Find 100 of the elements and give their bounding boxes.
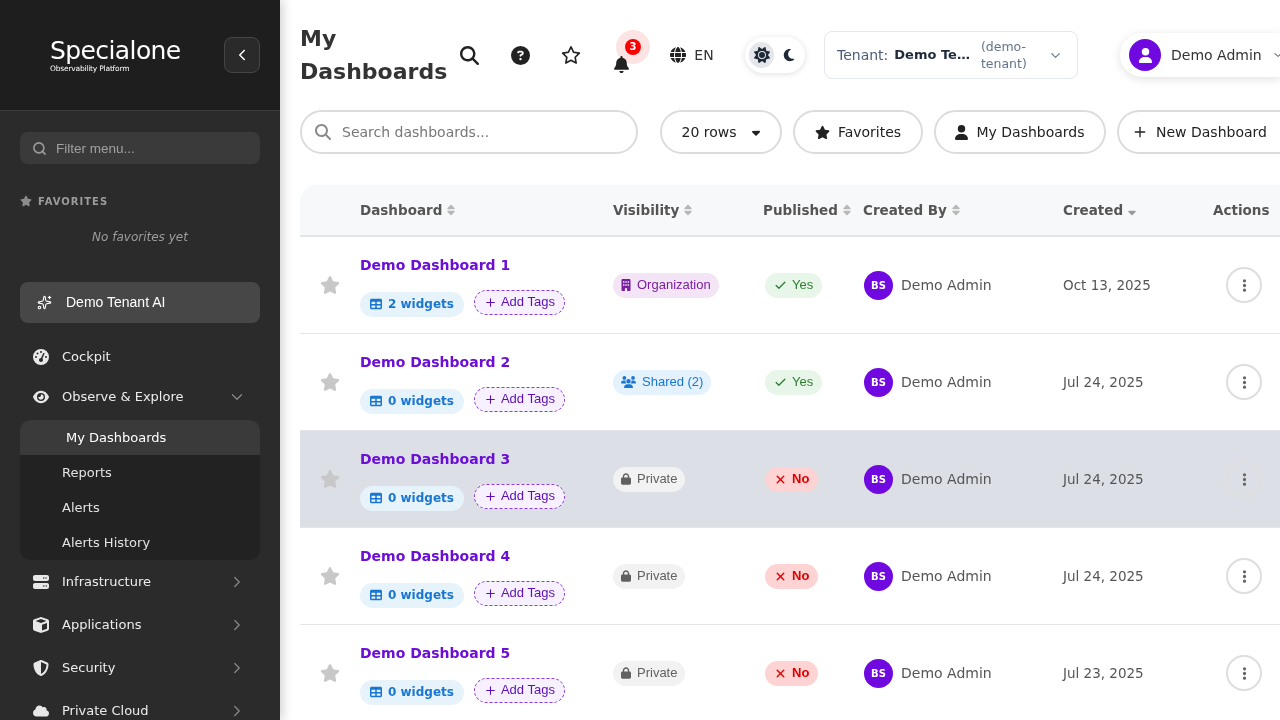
visibility-badge: Organization [613,272,719,298]
star-icon[interactable] [320,566,340,586]
notifications-button[interactable]: 3 [605,29,655,81]
created-date: Jul 23, 2025 [1063,663,1144,683]
search-field[interactable]: Search dashboards... [300,110,638,154]
submenu-item[interactable]: Reports [20,455,260,490]
created-date: Jul 24, 2025 [1063,469,1144,489]
filter-field[interactable]: Filter menu... [20,132,260,164]
actions-button[interactable] [1226,364,1262,400]
add-tags-button[interactable]: Add Tags [473,386,565,412]
building-icon [621,279,631,291]
nav-item[interactable]: Private Cloud [20,689,260,720]
actions-button[interactable] [1226,655,1262,691]
creator-name: Demo Admin [901,372,992,392]
column-header: Actions [1213,200,1270,220]
actions-button[interactable] [1226,461,1262,497]
more-icon [1241,374,1247,390]
nav-item[interactable]: Security [20,646,260,689]
shield-icon [33,659,49,676]
column-header[interactable]: Visibility [613,199,693,221]
star-icon [20,195,32,207]
column-header[interactable]: Published [763,199,851,221]
dashboard-link[interactable]: Demo Dashboard 5 [360,641,511,664]
more-icon [1241,568,1247,584]
server-icon [33,573,49,590]
created-date: Oct 13, 2025 [1063,275,1151,295]
published-badge: No [765,660,819,686]
empty-favorites-text: No favorites yet [91,229,190,245]
star-icon[interactable] [320,469,340,489]
column-header[interactable]: Created By [863,199,960,221]
dashboard-link[interactable]: Demo Dashboard 1 [360,253,511,276]
eye-icon [33,389,49,405]
avatar: BS [864,270,893,300]
sun-icon [753,47,770,63]
person-icon [955,124,969,140]
page-size-select[interactable]: 20 rows [660,110,782,154]
avatar: BS [864,658,893,688]
gauge-icon [33,349,49,365]
toolbar-button[interactable]: Favorites [793,110,923,154]
light-theme-button[interactable] [749,42,774,68]
toolbar-button[interactable]: My Dashboards [934,110,1106,154]
avatar: BS [864,464,893,494]
dashboard-link[interactable]: Demo Dashboard 3 [360,447,511,470]
language-button[interactable]: EN [662,37,722,73]
widgets-badge: 0 widgets [360,485,464,511]
more-icon [1241,471,1247,487]
star-icon [814,124,830,140]
nav-item[interactable]: Applications [20,603,260,646]
grid-icon [370,492,382,504]
nav-item[interactable]: Observe & Explore [20,377,260,417]
visibility-badge: Shared (2) [613,369,712,395]
logo-wordmark: Specialone [50,36,181,64]
star-icon[interactable] [320,372,340,392]
published-badge: No [765,563,819,589]
lock-icon [621,570,631,582]
assistant-button[interactable]: Demo Tenant AI [20,282,260,323]
dashboard-link[interactable]: Demo Dashboard 4 [360,544,511,567]
creator-name: Demo Admin [901,275,992,295]
grid-icon [370,686,382,698]
dashboard-link[interactable]: Demo Dashboard 2 [360,350,511,373]
widgets-badge: 0 widgets [360,388,464,414]
actions-button[interactable] [1226,558,1262,594]
plus-icon [483,295,497,309]
search-icon [459,45,479,65]
nav-item[interactable]: Cockpit [20,337,260,377]
star-icon[interactable] [320,663,340,683]
nav-item[interactable]: Infrastructure [20,560,260,603]
people-icon [621,376,636,388]
plus-icon [1132,124,1148,140]
cube-icon [33,616,49,633]
collapse-button[interactable] [224,37,260,73]
bell-icon [613,55,630,73]
submenu-item[interactable]: Alerts [20,490,260,525]
toolbar-button[interactable]: New Dashboard [1117,110,1280,154]
created-date: Jul 24, 2025 [1063,372,1144,392]
cloud-icon [33,702,49,719]
favorites-heading: FAVORITES [38,194,109,209]
add-tags-button[interactable]: Add Tags [473,483,565,509]
add-tags-button[interactable]: Add Tags [473,580,565,606]
submenu-item[interactable]: My Dashboards [20,420,260,455]
user-menu[interactable]: Demo Admin [1120,33,1280,77]
add-tags-button[interactable]: Add Tags [473,677,565,703]
add-tags-button[interactable]: Add Tags [473,289,565,315]
creator-name: Demo Admin [901,663,992,683]
actions-button[interactable] [1226,267,1262,303]
column-header[interactable]: Created [1063,199,1137,221]
visibility-badge: Private [613,466,686,492]
widgets-badge: 0 widgets [360,582,464,608]
column-header[interactable]: Dashboard [360,199,456,221]
star-icon [561,45,581,65]
creator-name: Demo Admin [901,566,992,586]
page-title: My Dashboards [300,25,449,86]
help-icon [510,45,530,65]
published-badge: No [765,466,819,492]
user-avatar-icon [1129,39,1161,71]
visibility-badge: Private [613,563,686,589]
avatar: BS [864,561,893,591]
submenu-item[interactable]: Alerts History [20,525,260,560]
more-icon [1241,665,1247,681]
star-icon[interactable] [320,275,340,295]
